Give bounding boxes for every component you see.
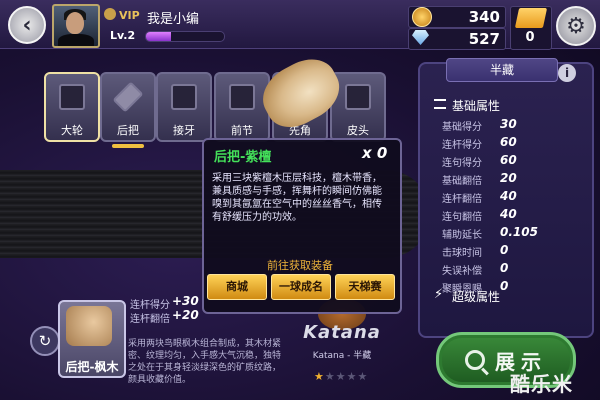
- tab-label: 皮头: [347, 124, 369, 137]
- tab-label: 后把: [117, 124, 139, 137]
- xp-bar: [145, 31, 225, 42]
- tab-big-wheel[interactable]: 大轮: [44, 72, 100, 142]
- tab-front[interactable]: 前节: [214, 72, 270, 142]
- star-icon: ★: [346, 370, 358, 383]
- ticket-icon: [514, 8, 548, 28]
- back-button[interactable]: ‹: [8, 6, 46, 44]
- attribute-value: 40: [500, 189, 517, 203]
- info-button[interactable]: i: [558, 64, 576, 82]
- swap-button[interactable]: ↻: [30, 326, 60, 356]
- attribute-value: 0: [500, 279, 509, 293]
- current-stat-value: +30: [172, 294, 199, 308]
- joint-icon: [171, 84, 197, 110]
- basic-attributes-title: 基础属性: [452, 99, 501, 113]
- star-icon: ★: [314, 370, 325, 383]
- current-stat-value: +20: [172, 308, 199, 322]
- one-shot-fame-button[interactable]: 一球成名: [271, 274, 331, 300]
- current-stat-label: 连杆翻倍: [130, 314, 170, 325]
- tab-joint[interactable]: 接牙: [156, 72, 212, 142]
- handle-icon: [112, 81, 144, 113]
- attribute-value: 40: [500, 207, 517, 221]
- tip-icon: [345, 84, 371, 110]
- attribute-value: 0.105: [500, 225, 538, 239]
- vip-label: VIP: [119, 9, 140, 22]
- coin-value: 340: [468, 8, 500, 26]
- gem-value: 527: [468, 30, 500, 48]
- tab-label: 大轮: [61, 124, 83, 137]
- tab-label: 前节: [231, 124, 253, 137]
- coin-icon: [412, 7, 432, 27]
- settings-button[interactable]: ⚙: [556, 6, 596, 46]
- attribute-value: 30: [500, 117, 517, 131]
- popup-count: x 0: [362, 144, 388, 162]
- tab-handle[interactable]: 后把: [100, 72, 156, 148]
- attribute-value: 0: [500, 261, 509, 275]
- refresh-icon: ↻: [38, 332, 52, 350]
- current-item-description: 采用两块鸟眼枫木组合制成，其木材紧密、纹理均匀，入手感大气沉稳，独特之处在于其身…: [128, 339, 282, 385]
- panel-tab[interactable]: 半藏: [446, 58, 558, 82]
- tab-label: 接牙: [173, 124, 195, 137]
- player-level: Lv.2: [110, 29, 136, 42]
- front-section-icon: [229, 84, 255, 110]
- star-icon: ★: [357, 370, 369, 383]
- star-icon: ★: [335, 370, 347, 383]
- attribute-value: 0: [500, 243, 509, 257]
- chevron-left-icon: ‹: [22, 12, 32, 38]
- gear-icon: ⚙: [566, 13, 586, 39]
- list-icon: [434, 99, 446, 109]
- big-wheel-icon: [59, 84, 85, 110]
- popup-description: 采用三块紫檀木压层科技，檀木带香，兼具质感与手感，挥舞杆的瞬间仿佛能嗅到其氤氲在…: [212, 173, 382, 223]
- star-icon: ★: [324, 370, 336, 383]
- ladder-button[interactable]: 天梯赛: [335, 274, 395, 300]
- attribute-value: 60: [500, 135, 517, 149]
- maple-handle-icon: [66, 306, 112, 346]
- attribute-value: 60: [500, 153, 517, 167]
- ticket-value: 0: [525, 30, 535, 45]
- lightning-icon: ⚡: [434, 287, 444, 302]
- current-stat-label: 连杆得分: [130, 300, 170, 311]
- info-icon: i: [564, 66, 570, 80]
- get-equipment-link[interactable]: 前往获取装备: [202, 257, 398, 273]
- brand-logo-text: Katana: [303, 322, 381, 343]
- brand-subtitle: Katana - 半藏: [312, 351, 372, 361]
- attribute-value: 20: [500, 171, 517, 185]
- player-name: 我是小编: [147, 12, 200, 27]
- rating-stars: ★★★★★: [314, 370, 368, 383]
- popup-title: 后把-紫檀: [214, 150, 272, 165]
- avatar[interactable]: [52, 4, 100, 48]
- vip-badge-icon: [104, 8, 116, 20]
- shop-button[interactable]: 商城: [207, 274, 267, 300]
- super-attributes-title: 超级属性: [452, 290, 501, 304]
- watermark: 酷乐米: [510, 372, 573, 396]
- current-item-name: 后把-枫木: [65, 360, 119, 374]
- search-icon: [465, 350, 485, 370]
- xp-bar-fill: [146, 32, 171, 41]
